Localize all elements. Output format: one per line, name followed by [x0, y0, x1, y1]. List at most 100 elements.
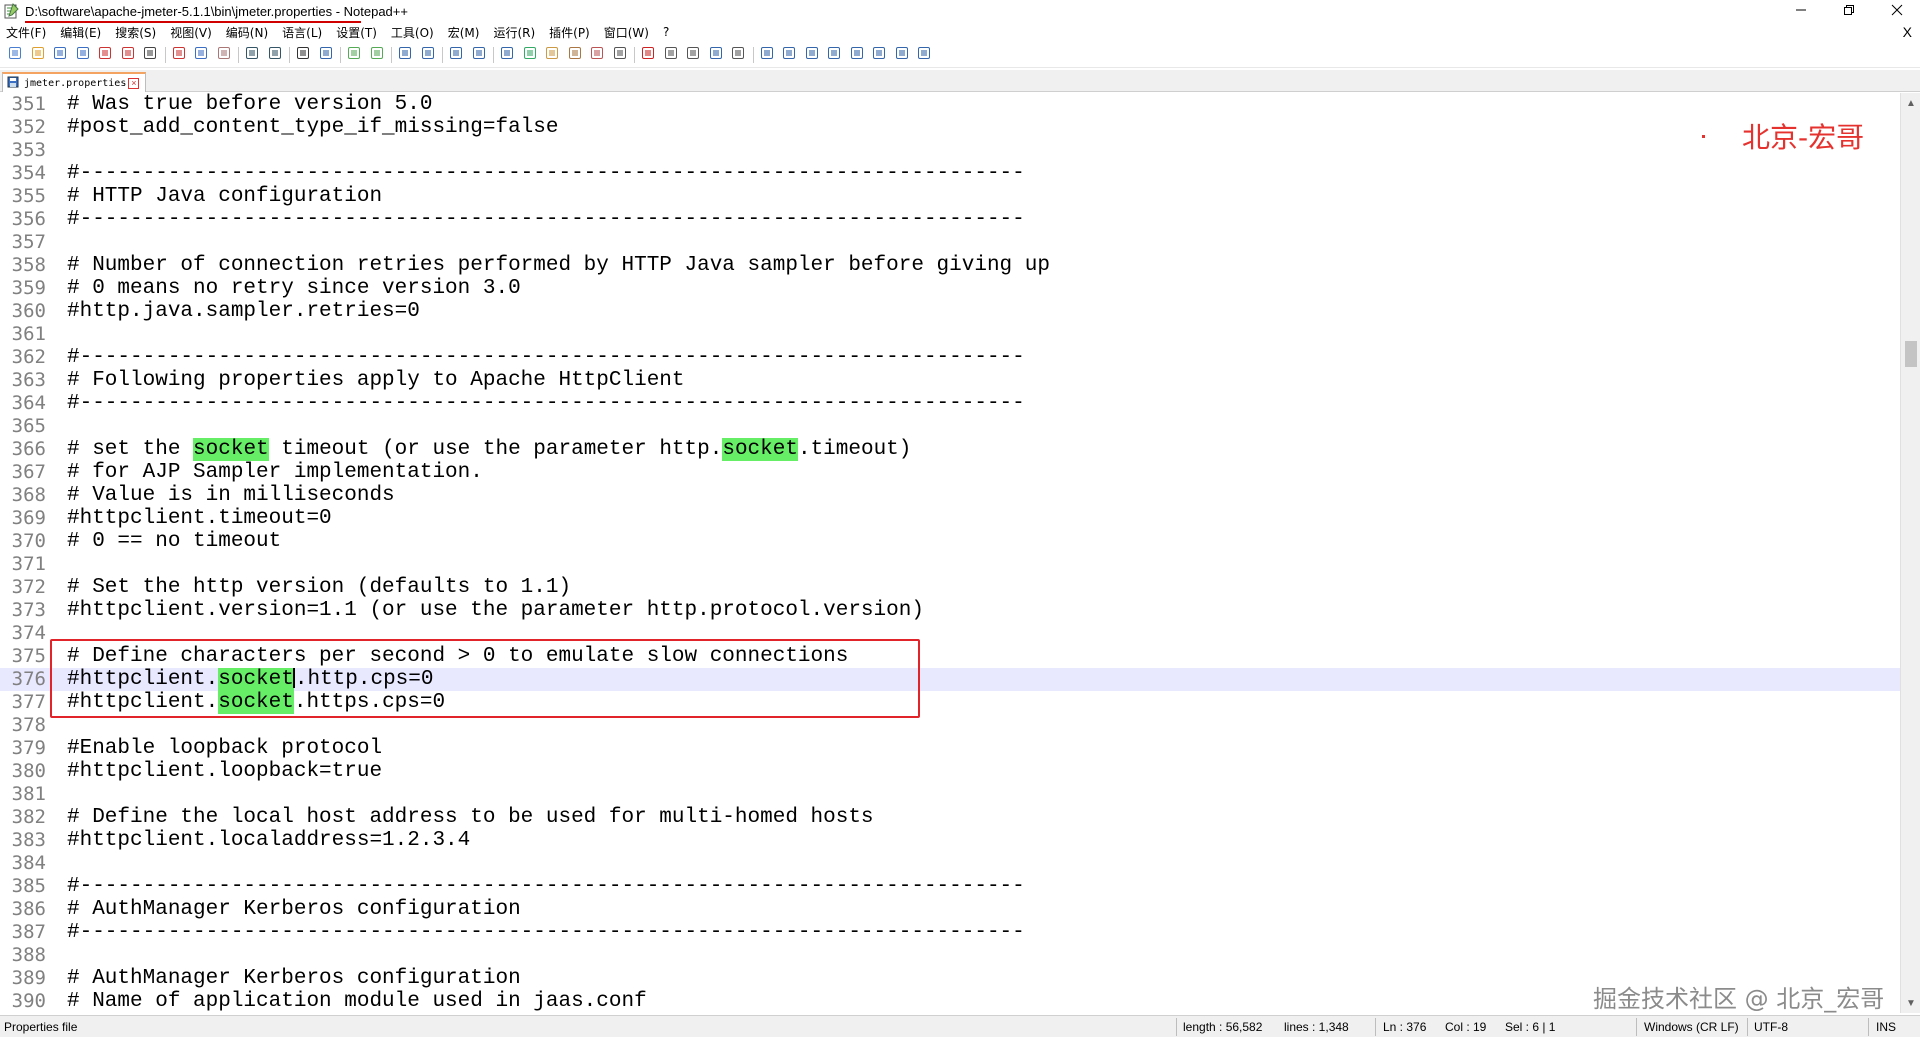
- menu-edit[interactable]: 编辑(E): [60, 24, 101, 41]
- restore-button[interactable]: [1826, 0, 1872, 22]
- play-macro-button[interactable]: [684, 46, 702, 64]
- editor-line[interactable]: 383 #httpclient.localaddress=1.2.3.4: [0, 829, 1900, 852]
- menu-settings[interactable]: 设置(T): [336, 24, 377, 41]
- tab-close-icon[interactable]: ×: [128, 77, 140, 89]
- editor-line[interactable]: 367 # for AJP Sampler implementation.: [0, 461, 1900, 484]
- editor-line[interactable]: 371: [0, 553, 1900, 576]
- word-wrap-button[interactable]: [447, 46, 465, 64]
- editor-line[interactable]: 386 # AuthManager Kerberos configuration: [0, 898, 1900, 921]
- editor-line[interactable]: 382 # Define the local host address to be…: [0, 806, 1900, 829]
- doc-map-button[interactable]: [521, 46, 539, 64]
- editor-line[interactable]: 357: [0, 231, 1900, 254]
- editor-line[interactable]: 363 # Following properties apply to Apach…: [0, 369, 1900, 392]
- menu-run[interactable]: 运行(R): [493, 24, 535, 41]
- line-number: 352: [11, 116, 46, 138]
- zoom-out-button[interactable]: [368, 46, 386, 64]
- function-list-button[interactable]: [543, 46, 561, 64]
- redo-button[interactable]: [266, 46, 284, 64]
- stop-record-button[interactable]: [662, 46, 680, 64]
- minimize-button[interactable]: [1778, 0, 1824, 22]
- new-file-button[interactable]: [6, 46, 24, 64]
- run-macro-multiple-button[interactable]: [707, 46, 725, 64]
- window-button[interactable]: [915, 46, 933, 64]
- list-button[interactable]: [893, 46, 911, 64]
- find-button[interactable]: [294, 46, 312, 64]
- replace-button[interactable]: [317, 46, 335, 64]
- arrow-down-button[interactable]: [870, 46, 888, 64]
- editor-line[interactable]: 364 #------------------------------------…: [0, 392, 1900, 415]
- menu-window[interactable]: 窗口(W): [604, 24, 649, 41]
- editor-line[interactable]: 361: [0, 323, 1900, 346]
- cut-button[interactable]: [170, 46, 188, 64]
- text-editor[interactable]: 351 # Was true before version 5.0 352 #post…: [0, 93, 1900, 1013]
- menu-language[interactable]: 语言(L): [282, 24, 322, 41]
- editor-line[interactable]: 359 # 0 means no retry since version 3.0: [0, 277, 1900, 300]
- print-button[interactable]: [141, 46, 159, 64]
- menu-search[interactable]: 搜索(S): [115, 24, 156, 41]
- editor-line[interactable]: 368 # Value is in milliseconds: [0, 484, 1900, 507]
- close-button[interactable]: [96, 46, 114, 64]
- editor-line[interactable]: 358 # Number of connection retries perfor…: [0, 254, 1900, 277]
- menu-help[interactable]: ?: [663, 25, 669, 39]
- copy-button[interactable]: [192, 46, 210, 64]
- save-all-button[interactable]: [74, 46, 92, 64]
- vertical-scrollbar[interactable]: ▲ ▼: [1900, 93, 1920, 1013]
- monitor-button[interactable]: [588, 46, 606, 64]
- editor-line[interactable]: 362 #------------------------------------…: [0, 346, 1900, 369]
- editor-line[interactable]: 384: [0, 852, 1900, 875]
- line-number: 372: [11, 576, 46, 598]
- eye-button[interactable]: [611, 46, 629, 64]
- menu-macro[interactable]: 宏(M): [448, 24, 480, 41]
- indent-guide-button[interactable]: [498, 46, 516, 64]
- table-button[interactable]: [780, 46, 798, 64]
- save-button[interactable]: [51, 46, 69, 64]
- editor-line[interactable]: 388: [0, 944, 1900, 967]
- compare-button[interactable]: [825, 46, 843, 64]
- editor-line[interactable]: 372 # Set the http version (defaults to 1…: [0, 576, 1900, 599]
- editor-line[interactable]: 379 #Enable loopback protocol: [0, 737, 1900, 760]
- saved-file-icon: [7, 76, 19, 91]
- editor-line[interactable]: 353: [0, 139, 1900, 162]
- menu-tools[interactable]: 工具(O): [391, 24, 434, 41]
- record-macro-button[interactable]: [639, 46, 657, 64]
- paste-button[interactable]: [215, 46, 233, 64]
- editor-line[interactable]: 354 #------------------------------------…: [0, 162, 1900, 185]
- menu-encoding[interactable]: 编码(N): [226, 24, 268, 41]
- undo-button[interactable]: [243, 46, 261, 64]
- menu-file[interactable]: 文件(F): [6, 24, 46, 41]
- folder-workspace-button[interactable]: [566, 46, 584, 64]
- editor-line[interactable]: 373 #httpclient.version=1.1 (or use the p…: [0, 599, 1900, 622]
- scroll-down-icon[interactable]: ▼: [1901, 993, 1920, 1013]
- sync-vertical-button[interactable]: [396, 46, 414, 64]
- save-macro-button[interactable]: [729, 46, 747, 64]
- editor-line[interactable]: 369 #httpclient.timeout=0: [0, 507, 1900, 530]
- editor-line[interactable]: 366 # set the socket timeout (or use the …: [0, 438, 1900, 461]
- editor-line[interactable]: 370 # 0 == no timeout: [0, 530, 1900, 553]
- show-panel-button[interactable]: [758, 46, 776, 64]
- editor-line[interactable]: 355 # HTTP Java configuration: [0, 185, 1900, 208]
- close-document-button[interactable]: X: [1903, 24, 1912, 40]
- tab-jmeter-properties[interactable]: jmeter.properties ×: [2, 72, 146, 92]
- editor-line[interactable]: 387 #------------------------------------…: [0, 921, 1900, 944]
- editor-line[interactable]: 365: [0, 415, 1900, 438]
- grid-button[interactable]: [803, 46, 821, 64]
- editor-line[interactable]: 360 #http.java.sampler.retries=0: [0, 300, 1900, 323]
- editor-line[interactable]: 356 #------------------------------------…: [0, 208, 1900, 231]
- sync-horizontal-button[interactable]: [419, 46, 437, 64]
- menu-plugins[interactable]: 插件(P): [549, 24, 590, 41]
- open-file-button[interactable]: [29, 46, 47, 64]
- editor-line[interactable]: 352 #post_add_content_type_if_missing=fal…: [0, 116, 1900, 139]
- close-window-button[interactable]: [1874, 0, 1920, 22]
- menu-view[interactable]: 视图(V): [170, 24, 212, 41]
- scroll-thumb[interactable]: [1905, 341, 1917, 367]
- close-all-button[interactable]: [119, 46, 137, 64]
- editor-line[interactable]: 380 #httpclient.loopback=true: [0, 760, 1900, 783]
- zoom-in-button[interactable]: [345, 46, 363, 64]
- scroll-up-icon[interactable]: ▲: [1901, 93, 1920, 113]
- editor-line[interactable]: 381: [0, 783, 1900, 806]
- editor-line[interactable]: 351 # Was true before version 5.0: [0, 93, 1900, 116]
- show-all-chars-button[interactable]: [470, 46, 488, 64]
- editor-line[interactable]: 385 #------------------------------------…: [0, 875, 1900, 898]
- status-bar: Properties file length : 56,582 lines : …: [0, 1015, 1920, 1037]
- arrow-up-button[interactable]: [848, 46, 866, 64]
